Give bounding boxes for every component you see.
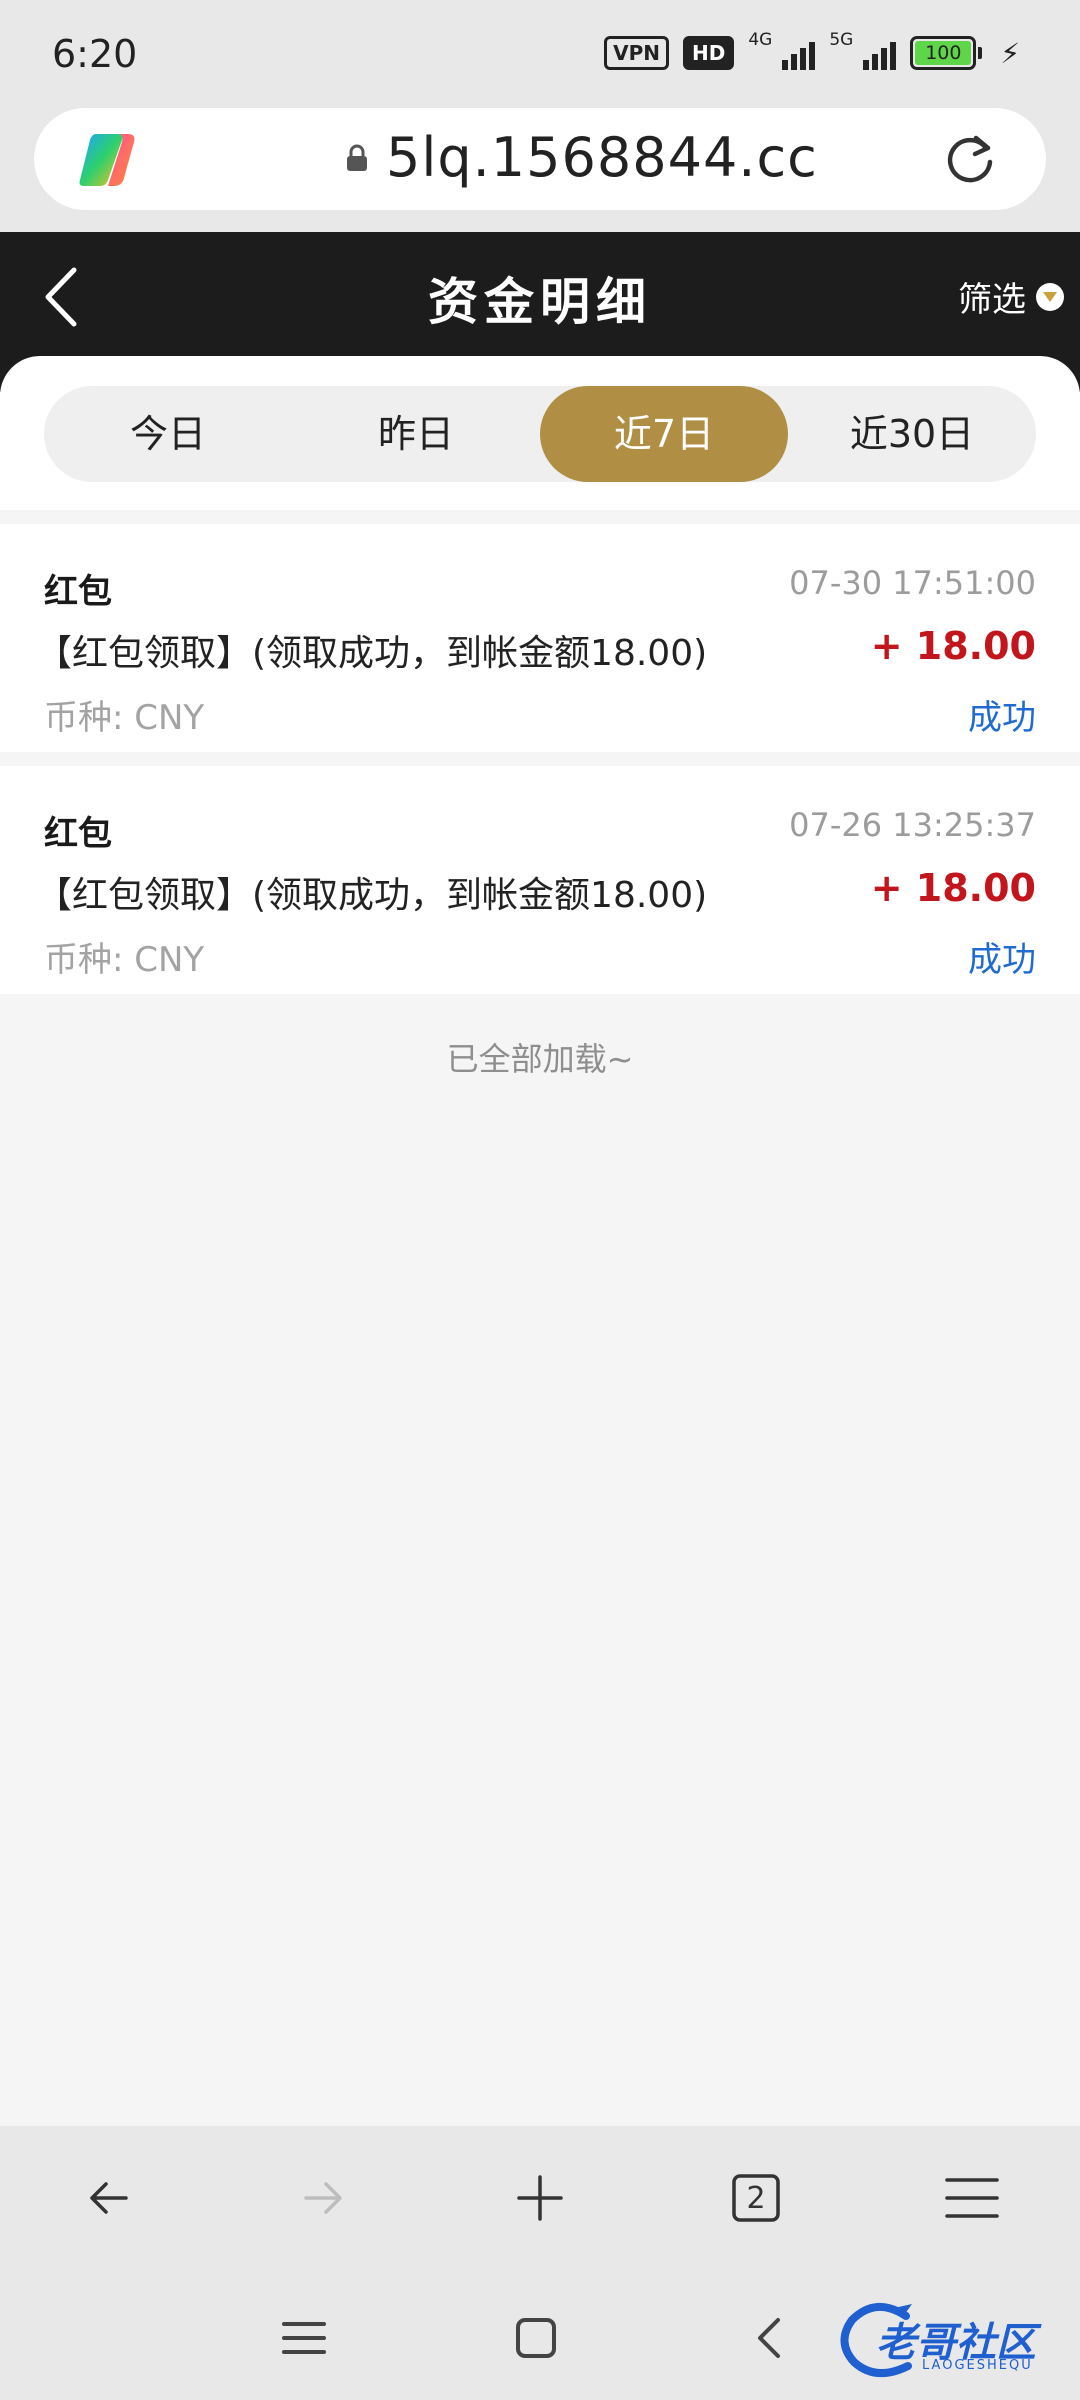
home-icon[interactable]	[508, 2310, 564, 2366]
list-item[interactable]: 红包 07-26 13:25:37 【红包领取】(领取成功，到帐金额18.00)…	[0, 766, 1080, 994]
fund-records-list: 红包 07-30 17:51:00 【红包领取】(领取成功，到帐金额18.00)…	[0, 524, 1080, 1008]
record-amount: + 18.00	[870, 624, 1036, 668]
tab-count: 2	[746, 2180, 766, 2216]
record-type: 红包	[44, 572, 112, 612]
forward-icon[interactable]	[288, 2162, 360, 2234]
page-title: 资金明细	[428, 273, 652, 331]
list-end-text: 已全部加载~	[446, 1040, 634, 1078]
status-bar: 6:20 VPN HD 4G 5G 100 ⚡	[0, 0, 1080, 108]
watermark-logo: 老哥社区 LAOGESHEQU	[836, 2292, 1066, 2388]
vpn-icon: VPN	[604, 36, 669, 70]
record-status: 成功	[968, 698, 1036, 738]
status-icons: VPN HD 4G 5G 100 ⚡	[604, 30, 1020, 70]
lock-icon	[347, 144, 367, 171]
tab-today[interactable]: 今日	[44, 386, 292, 482]
date-range-tabs: 今日 昨日 近7日 近30日	[44, 386, 1036, 482]
tabs-icon[interactable]: 2	[720, 2162, 792, 2234]
back-icon[interactable]	[72, 2162, 144, 2234]
url-text[interactable]: 5lq.1568844.cc	[386, 126, 818, 189]
status-time: 6:20	[52, 32, 138, 76]
reload-icon[interactable]	[942, 132, 998, 188]
record-amount: + 18.00	[870, 866, 1036, 910]
list-item[interactable]: 红包 07-30 17:51:00 【红包领取】(领取成功，到帐金额18.00)…	[0, 524, 1080, 752]
menu-icon[interactable]	[936, 2162, 1008, 2234]
back-nav-icon[interactable]	[742, 2310, 798, 2366]
watermark-subtext: LAOGESHEQU	[922, 2358, 1033, 2373]
signal-4g-label: 4G	[748, 30, 773, 50]
recent-apps-icon[interactable]	[276, 2310, 332, 2366]
filter-label: 筛选	[958, 280, 1026, 320]
filter-button[interactable]: 筛选	[958, 272, 1064, 321]
battery-level: 100	[915, 41, 972, 65]
date-range-panel: 今日 昨日 近7日 近30日	[0, 356, 1080, 510]
filter-dropdown-icon	[1036, 282, 1064, 311]
charging-icon: ⚡	[1000, 36, 1020, 70]
signal-4g-icon: 4G	[748, 30, 816, 70]
record-time: 07-30 17:51:00	[789, 564, 1036, 602]
system-navigation-bar: 老哥社区 LAOGESHEQU	[0, 2270, 1080, 2400]
hd-icon: HD	[682, 36, 735, 70]
record-status: 成功	[968, 940, 1036, 980]
record-description: 【红包领取】(领取成功，到帐金额18.00)	[36, 633, 708, 674]
record-description: 【红包领取】(领取成功，到帐金额18.00)	[36, 875, 708, 916]
signal-5g-label: 5G	[829, 30, 854, 50]
record-currency: 币种: CNY	[44, 698, 205, 738]
browser-address-area: 5lq.1568844.cc	[0, 108, 1080, 232]
record-time: 07-26 13:25:37	[789, 806, 1036, 844]
battery-icon: 100	[910, 36, 983, 70]
tab-yesterday[interactable]: 昨日	[292, 386, 540, 482]
tab-last-7-days[interactable]: 近7日	[540, 386, 788, 482]
copilot-icon[interactable]	[78, 130, 138, 188]
address-bar[interactable]: 5lq.1568844.cc	[34, 108, 1046, 210]
browser-toolbar: 2	[0, 2126, 1080, 2270]
tab-last-30-days[interactable]: 近30日	[788, 386, 1036, 482]
record-currency: 币种: CNY	[44, 940, 205, 980]
record-type: 红包	[44, 814, 112, 854]
signal-5g-icon: 5G	[829, 30, 897, 70]
new-tab-icon[interactable]	[504, 2162, 576, 2234]
